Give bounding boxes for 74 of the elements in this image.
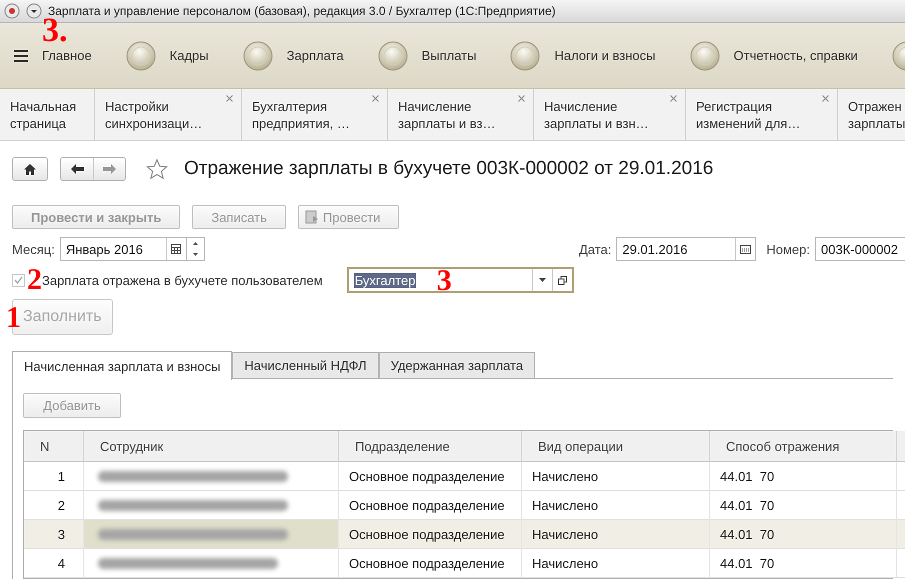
app-logo-icon[interactable]	[4, 3, 20, 19]
back-arrow-icon	[70, 164, 84, 174]
table-cell: 3	[24, 520, 84, 549]
star-icon[interactable]	[146, 158, 168, 180]
column-header[interactable]: N	[24, 431, 84, 462]
table-cell: 44.01 70	[710, 520, 897, 549]
table-cell: 44.01 70	[710, 462, 897, 491]
main-menu-item[interactable]: Главное	[14, 48, 92, 63]
table-cell: Начислено	[522, 491, 710, 520]
close-icon[interactable]	[372, 95, 379, 102]
spin-button[interactable]	[186, 237, 205, 261]
form-tab[interactable]: Удержанная зарплата	[378, 352, 536, 379]
dropdown-icon	[538, 278, 546, 282]
column-header[interactable]: Вид операции	[522, 431, 710, 462]
section-item[interactable]: Налоги и взносы	[510, 40, 656, 70]
down-arrow-icon	[192, 253, 198, 256]
document-title: Отражение зарплаты в бухучете 003К-000002 от 29.01.2016	[184, 158, 714, 180]
dropdown-icon[interactable]	[26, 3, 42, 19]
annotation-number: 2	[27, 265, 42, 295]
section-item[interactable]: Зарплата	[242, 40, 344, 70]
post-document-icon	[304, 210, 319, 224]
section-item[interactable]: Отчетность, справки	[690, 40, 858, 70]
menu-icon	[14, 50, 28, 62]
open-tab[interactable]: Бухгалтерия предприятия, …	[242, 89, 388, 140]
open-tab[interactable]: Отражен зарплаты	[838, 89, 905, 140]
section-item[interactable]: Кадры	[126, 40, 209, 70]
field-label: Дата:	[578, 242, 612, 256]
open-tab[interactable]: Начальная страница	[0, 89, 95, 140]
annotation-number: 3	[436, 266, 452, 296]
home-icon	[24, 164, 36, 174]
column-header[interactable]: Способ отражения	[710, 431, 897, 462]
close-icon[interactable]	[518, 95, 525, 102]
column-header[interactable]: Сотрудник	[84, 431, 339, 462]
section-icon	[126, 40, 156, 70]
table-cell: 44.01 70	[710, 549, 897, 578]
open-tab[interactable]: Настройки синхронизаци…	[95, 89, 242, 140]
close-icon[interactable]	[670, 95, 677, 102]
table-cell: Основное подразделение	[339, 549, 522, 578]
calendar-icon	[171, 244, 182, 254]
table-cell: 2	[24, 491, 84, 520]
open-tab[interactable]: Начисление зарплаты и взн…	[534, 89, 686, 140]
field-label: Месяц:	[12, 242, 55, 256]
open-tab[interactable]: Регистрация изменений для…	[686, 89, 838, 140]
home-button[interactable]	[12, 157, 48, 181]
column-header[interactable]: Подразделение	[339, 431, 522, 462]
number-field[interactable]: 003К-000002	[815, 237, 905, 261]
calendar-icon	[740, 244, 752, 254]
table-cell: Начислено	[522, 549, 710, 578]
section-icon	[378, 40, 408, 70]
table-cell: Начислено	[522, 520, 710, 549]
form-tab[interactable]: Начисленный НДФЛ	[232, 352, 379, 379]
table-cell: Начислено	[522, 462, 710, 491]
section-icon	[690, 40, 720, 70]
open-icon	[558, 276, 567, 284]
table-cell: Основное подразделение	[339, 520, 522, 549]
open-tab[interactable]: Начисление зарплаты и вз…	[388, 89, 534, 140]
field-label: Номер:	[766, 242, 810, 256]
table-cell: 1	[24, 462, 84, 491]
close-icon[interactable]	[822, 95, 829, 102]
form-tab[interactable]: Начисленная зарплата и взносы	[12, 351, 232, 380]
up-arrow-icon	[192, 242, 198, 245]
table-cell: 44.01 70	[710, 491, 897, 520]
checkbox-label: Зарплата отражена в бухучете пользователем	[42, 272, 323, 288]
month-field[interactable]: Январь 2016	[60, 237, 187, 261]
table-cell: Основное подразделение	[339, 491, 522, 520]
section-icon	[510, 40, 540, 70]
section-icon	[242, 40, 273, 70]
table-cell: 4	[24, 549, 84, 578]
forward-arrow-icon	[103, 164, 116, 174]
user-field[interactable]: Бухгалтер 3	[346, 267, 574, 293]
date-field[interactable]: 29.01.2016	[616, 237, 756, 261]
close-icon[interactable]	[226, 95, 233, 102]
table-cell: Основное подразделение	[339, 462, 522, 491]
section-item[interactable]: Выплаты	[378, 40, 476, 70]
